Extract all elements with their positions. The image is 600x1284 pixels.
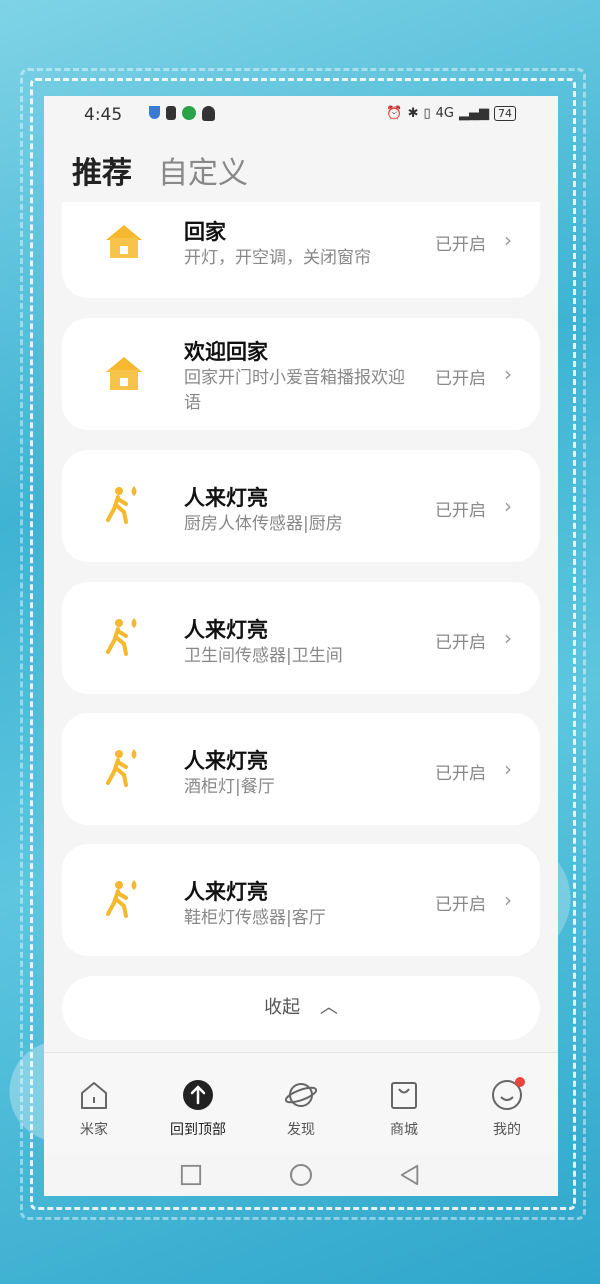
nav-label: 我的: [493, 1122, 521, 1138]
signal-icon: 4G: [435, 106, 454, 121]
nav-item-back-to-top[interactable]: 回到顶部: [158, 1079, 238, 1139]
app-notification-icon: [182, 106, 196, 120]
system-status-icons: ⏰ ✱ ▯ 4G ▂▄▆ 74: [386, 106, 516, 121]
chevron-right-icon: ›: [504, 757, 512, 781]
scene-title: 人来灯亮: [184, 880, 268, 904]
scene-subtitle: 卫生间传感器|卫生间: [184, 646, 343, 666]
chevron-right-icon: ›: [504, 362, 512, 386]
home-icon: [106, 357, 142, 390]
chevron-right-icon: ›: [504, 228, 512, 252]
nav-label: 商城: [390, 1122, 418, 1138]
scene-title: 欢迎回家: [184, 340, 268, 364]
arrow-up-icon: [183, 1080, 213, 1110]
signal-icon-2: ▂▄▆: [459, 106, 489, 121]
scene-card[interactable]: 人来灯亮 厨房人体传感器|厨房 已开启 ›: [62, 450, 540, 562]
nav-item-store[interactable]: 商城: [364, 1079, 444, 1139]
person-walking-icon: [106, 749, 137, 787]
scene-card[interactable]: 人来灯亮 鞋柜灯传感器|客厅 已开启 ›: [62, 844, 540, 956]
shopping-bag-icon: [391, 1082, 417, 1109]
scene-status: 已开启: [435, 895, 486, 915]
scene-subtitle: 回家开门时小爱音箱播报欢迎语: [184, 368, 405, 413]
scene-subtitle: 开灯，开空调，关闭窗帘: [184, 248, 371, 268]
person-walking-icon: [106, 618, 137, 656]
tab-custom[interactable]: 自定义: [158, 148, 248, 192]
bluetooth-icon: ✱: [407, 106, 419, 121]
bottom-navigation: 米家 回到顶部 发现 商城 我的: [44, 1052, 558, 1153]
scene-title: 人来灯亮: [184, 486, 268, 510]
scene-status: 已开启: [435, 235, 486, 255]
chevron-right-icon: ›: [504, 626, 512, 650]
home-icon: [106, 225, 142, 258]
scene-subtitle: 酒柜灯|餐厅: [184, 777, 275, 797]
back-triangle-icon[interactable]: [399, 1164, 421, 1186]
nav-label: 米家: [80, 1122, 108, 1138]
nav-label: 发现: [287, 1122, 315, 1138]
scene-subtitle: 厨房人体传感器|厨房: [184, 514, 343, 534]
scene-title: 人来灯亮: [184, 749, 268, 773]
nav-label: 回到顶部: [170, 1122, 226, 1138]
scene-card[interactable]: 回家 开灯，开空调，关闭窗帘 已开启 ›: [62, 202, 540, 298]
app-screen: 4:45 ⏰ ✱ ▯ 4G ▂▄▆ 74 推荐 自定义 回家 开灯，开空调，关闭…: [44, 96, 558, 1196]
nav-item-mijia[interactable]: 米家: [54, 1079, 134, 1139]
scene-status: 已开启: [435, 369, 486, 389]
scene-subtitle: 鞋柜灯传感器|客厅: [184, 908, 326, 928]
qq-icon: [202, 106, 215, 121]
battery-icon: 74: [494, 106, 516, 121]
scene-card[interactable]: 人来灯亮 卫生间传感器|卫生间 已开启 ›: [62, 582, 540, 694]
recent-apps-icon[interactable]: [180, 1164, 202, 1186]
collapse-label: 收起: [264, 997, 301, 1018]
sim-icon: [166, 106, 176, 120]
scene-card[interactable]: 欢迎回家 回家开门时小爱音箱播报欢迎语 已开启 ›: [62, 318, 540, 430]
chevron-up-icon: ︿: [319, 997, 338, 1018]
nav-item-discover[interactable]: 发现: [261, 1079, 341, 1139]
status-bar: 4:45 ⏰ ✱ ▯ 4G ▂▄▆ 74: [44, 96, 558, 136]
shield-icon: [149, 106, 160, 119]
collapse-button[interactable]: 收起 ︿: [62, 976, 540, 1040]
chevron-right-icon: ›: [504, 888, 512, 912]
system-navigation-bar: [44, 1154, 558, 1196]
scene-title: 回家: [184, 220, 226, 244]
person-walking-icon: [106, 486, 137, 524]
scene-status: 已开启: [435, 501, 486, 521]
planet-icon: [284, 1083, 318, 1107]
scene-card[interactable]: 人来灯亮 酒柜灯|餐厅 已开启 ›: [62, 713, 540, 825]
scene-tabs: 推荐 自定义: [72, 148, 248, 192]
scene-status: 已开启: [435, 633, 486, 653]
person-walking-icon: [106, 880, 137, 918]
scene-title: 人来灯亮: [184, 618, 268, 642]
vibrate-icon: ▯: [423, 106, 431, 121]
alarm-icon: ⏰: [386, 106, 403, 121]
chevron-right-icon: ›: [504, 494, 512, 518]
nav-item-profile[interactable]: 我的: [467, 1077, 547, 1139]
status-time: 4:45: [84, 105, 123, 125]
scene-status: 已开启: [435, 764, 486, 784]
notification-icons: [149, 106, 215, 121]
smiley-icon: [492, 1077, 525, 1110]
tab-recommended[interactable]: 推荐: [72, 148, 132, 192]
home-circle-icon[interactable]: [289, 1163, 313, 1187]
home-outline-icon: [81, 1082, 107, 1109]
